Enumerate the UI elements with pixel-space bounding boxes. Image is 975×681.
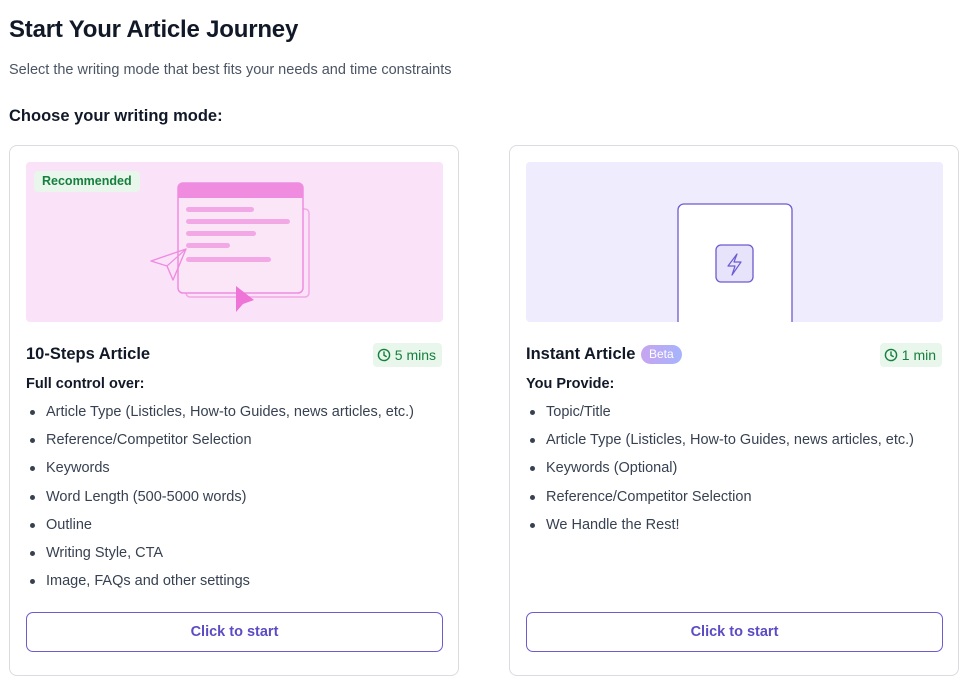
time-badge: 5 mins <box>372 343 442 367</box>
list-item: Outline <box>26 515 414 543</box>
list-item: Article Type (Listicles, How-to Guides, … <box>26 402 414 430</box>
section-label: Choose your writing mode: <box>9 107 223 125</box>
beta-badge: Beta <box>641 345 682 364</box>
feature-list: Topic/Title Article Type (Listicles, How… <box>526 402 914 543</box>
time-label: 5 mins <box>394 347 436 363</box>
list-heading: You Provide: <box>526 376 615 392</box>
list-item: Keywords <box>26 458 414 486</box>
clock-icon <box>377 348 391 362</box>
page-subtitle: Select the writing mode that best fits y… <box>9 62 452 78</box>
list-item: Topic/Title <box>526 402 914 430</box>
list-item: Reference/Competitor Selection <box>26 430 414 458</box>
mode-card-10-steps[interactable]: Recommended 10-Steps Article 5 mins Full… <box>9 145 459 676</box>
list-item: Writing Style, CTA <box>26 543 414 571</box>
card-title: 10-Steps Article <box>26 345 151 363</box>
document-stack-illustration <box>150 182 310 312</box>
list-item: Word Length (500-5000 words) <box>26 487 414 515</box>
list-item: Article Type (Listicles, How-to Guides, … <box>526 430 914 458</box>
illustration-instant <box>526 162 943 322</box>
illustration-10-steps: Recommended <box>26 162 443 322</box>
start-10-steps-button[interactable]: Click to start <box>26 612 443 652</box>
list-item: Keywords (Optional) <box>526 458 914 486</box>
time-badge: 1 min <box>879 343 942 367</box>
list-item: Image, FAQs and other settings <box>26 571 414 599</box>
card-title: Instant Article <box>526 345 636 363</box>
page-title: Start Your Article Journey <box>9 16 299 43</box>
list-item: Reference/Competitor Selection <box>526 487 914 515</box>
time-label: 1 min <box>901 347 936 363</box>
phone-illustration <box>677 203 793 322</box>
clock-icon <box>884 348 898 362</box>
list-heading: Full control over: <box>26 376 145 392</box>
list-item: We Handle the Rest! <box>526 515 914 543</box>
feature-list: Article Type (Listicles, How-to Guides, … <box>26 402 414 599</box>
mode-card-instant[interactable]: Instant Article Beta 1 min You Provide: … <box>509 145 959 676</box>
start-instant-button[interactable]: Click to start <box>526 612 943 652</box>
